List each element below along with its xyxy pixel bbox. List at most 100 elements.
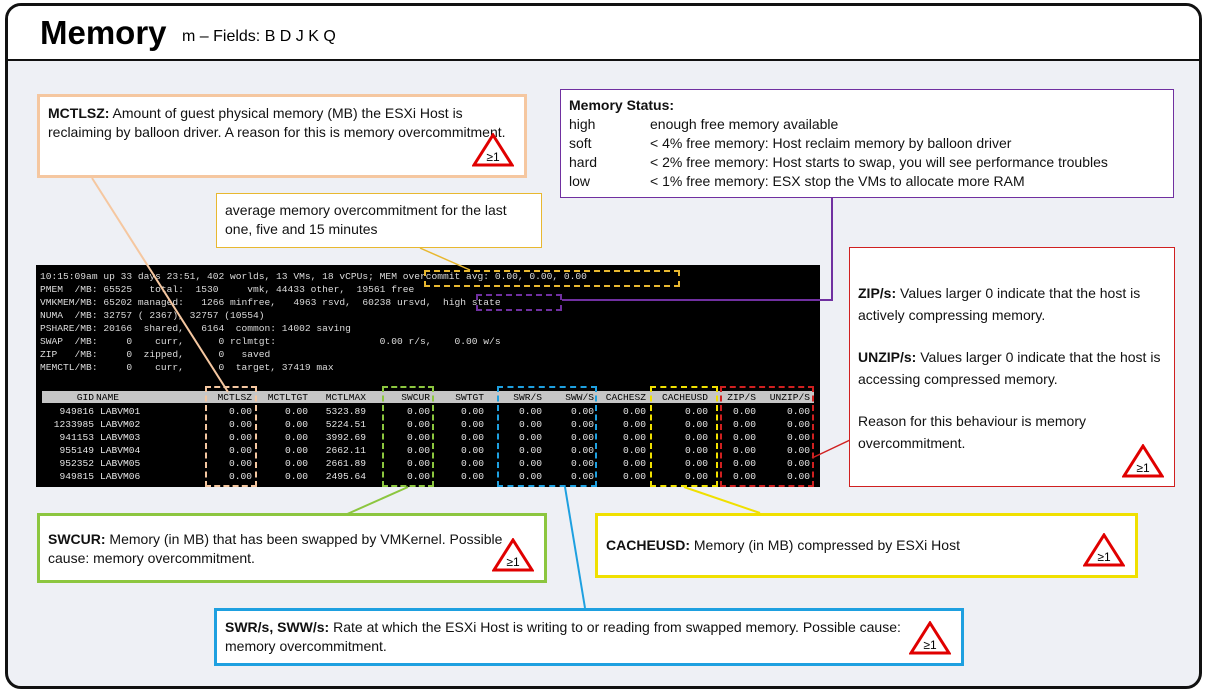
table-cell: 3992.69: [325, 432, 366, 443]
swr-sww-columns-highlight: [497, 386, 597, 487]
table-column-header: NAME: [96, 392, 120, 403]
table-cell: LABVM06: [100, 471, 141, 482]
warning-triangle-icon: ≥1: [909, 621, 951, 655]
zip-description: ZIP/s: Values larger 0 indicate that the…: [858, 282, 1166, 326]
table-cell: LABVM05: [100, 458, 141, 469]
table-cell: 0.00: [284, 432, 308, 443]
terminal-summary-line: VMKMEM/MB: 65202 managed: 1266 minfree, …: [40, 297, 501, 308]
table-cell: LABVM04: [100, 445, 141, 456]
terminal-summary-line: NUMA /MB: 32757 ( 2367), 32757 (10554): [40, 310, 265, 321]
memory-status-callout: Memory Status: high enough free memory av…: [560, 89, 1174, 198]
terminal-summary-line: MEMCTL/MB: 0 curr, 0 target, 37419 max: [40, 362, 334, 373]
warning-label: ≥1: [506, 555, 520, 569]
table-cell: 0.00: [460, 432, 484, 443]
memory-status-list: high enough free memory available soft < 4%…: [569, 115, 1165, 191]
terminal-summary-line: PMEM /MB: 65525 total: 1530 vmk, 44433 o…: [40, 284, 415, 295]
table-cell: 0.00: [460, 471, 484, 482]
table-cell: 0.00: [622, 445, 646, 456]
memory-status-row: soft < 4% free memory: Host reclaim memor…: [569, 134, 1165, 153]
memory-status-state: low: [569, 173, 591, 189]
memory-status-state: hard: [569, 154, 598, 170]
table-cell: 0.00: [622, 419, 646, 430]
table-column-header: MCTLTGT: [267, 392, 308, 403]
table-cell: 0.00: [460, 406, 484, 417]
table-cell: 2495.64: [325, 471, 366, 482]
table-cell: 0.00: [460, 445, 484, 456]
cacheusd-term: CACHEUSD:: [606, 537, 690, 553]
warning-triangle-icon: ≥1: [1122, 444, 1164, 478]
memory-status-title: Memory Status:: [569, 97, 675, 113]
mctlsz-term: MCTLSZ:: [48, 105, 110, 121]
warning-label: ≥1: [1097, 550, 1111, 564]
mctlsz-callout: MCTLSZ: Amount of guest physical memory …: [37, 94, 527, 178]
zip-term: ZIP/s:: [858, 285, 897, 301]
memory-status-state: soft: [569, 135, 592, 151]
swcur-callout: SWCUR: Memory (in MB) that has been swap…: [37, 513, 547, 583]
swcur-term: SWCUR:: [48, 531, 106, 547]
memory-status-state: high: [569, 116, 596, 132]
memory-status-description: < 4% free memory: Host reclaim memory by…: [650, 135, 1012, 151]
avg-overcommit-text: average memory overcommitment for the la…: [225, 202, 507, 237]
table-cell: 0.00: [460, 458, 484, 469]
page-subtitle: m – Fields: B D J K Q: [182, 28, 336, 45]
cacheusd-column-highlight: [650, 386, 718, 487]
table-cell: 1233985: [53, 419, 94, 430]
terminal-summary-line: SWAP /MB: 0 curr, 0 rclmtgt: 0.00 r/s, 0…: [40, 336, 501, 347]
mem-overcommit-highlight: [424, 270, 680, 287]
memory-status-row: high enough free memory available: [569, 115, 1165, 134]
cacheusd-callout: CACHEUSD: Memory (in MB) compressed by E…: [595, 513, 1138, 578]
table-cell: 941153: [59, 432, 94, 443]
table-cell: 0.00: [622, 471, 646, 482]
swcur-column-highlight: [382, 386, 434, 487]
table-cell: 0.00: [284, 406, 308, 417]
memory-status-description: enough free memory available: [650, 116, 839, 132]
unzip-description: UNZIP/s: Values larger 0 indicate that t…: [858, 346, 1166, 390]
swr-term: SWR/s, SWW/s:: [225, 619, 330, 635]
table-cell: LABVM02: [100, 419, 141, 430]
mctlsz-column-highlight: [205, 386, 257, 487]
page-title: Memory: [40, 14, 167, 51]
table-cell: 2661.89: [325, 458, 366, 469]
warning-triangle-icon: ≥1: [492, 538, 534, 572]
high-state-highlight: [476, 294, 562, 311]
swr-sww-callout: SWR/s, SWW/s: Rate at which the ESXi Hos…: [214, 608, 964, 666]
table-cell: 0.00: [460, 419, 484, 430]
cacheusd-text: Memory (in MB) compressed by ESXi Host: [690, 537, 960, 553]
terminal-summary-line: ZIP /MB: 0 zipped, 0 saved: [40, 349, 271, 360]
table-cell: 0.00: [622, 458, 646, 469]
table-cell: 0.00: [284, 458, 308, 469]
table-cell: 949816: [59, 406, 94, 417]
table-cell: 0.00: [622, 406, 646, 417]
table-cell: LABVM03: [100, 432, 141, 443]
table-cell: LABVM01: [100, 406, 141, 417]
memory-status-row: hard < 2% free memory: Host starts to swa…: [569, 153, 1165, 172]
mctlsz-text: Amount of guest physical memory (MB) the…: [48, 105, 506, 140]
zip-text: Values larger 0 indicate that the host i…: [858, 285, 1141, 323]
memory-status-row: low < 1% free memory: ESX stop the VMs to…: [569, 172, 1165, 191]
warning-label: ≥1: [1136, 461, 1150, 475]
table-cell: 952352: [59, 458, 94, 469]
table-cell: 0.00: [284, 471, 308, 482]
table-cell: 949815: [59, 471, 94, 482]
memory-status-description: < 1% free memory: ESX stop the VMs to al…: [650, 173, 1025, 189]
table-cell: 0.00: [284, 445, 308, 456]
terminal-summary-line: PSHARE/MB: 20166 shared, 6164 common: 14…: [40, 323, 351, 334]
warning-triangle-icon: ≥1: [472, 133, 514, 167]
table-cell: 0.00: [622, 432, 646, 443]
memory-status-description: < 2% free memory: Host starts to swap, y…: [650, 154, 1108, 170]
zip-unzip-callout: ZIP/s: Values larger 0 indicate that the…: [849, 247, 1175, 487]
table-column-header: SWTGT: [455, 392, 484, 403]
warning-triangle-icon: ≥1: [1083, 533, 1125, 567]
warning-label: ≥1: [486, 150, 500, 164]
zip-unzip-columns-highlight: [720, 386, 814, 487]
avg-overcommit-callout: average memory overcommitment for the la…: [216, 193, 542, 248]
table-column-header: CACHESZ: [605, 392, 646, 403]
table-cell: 2662.11: [325, 445, 366, 456]
table-cell: 5224.51: [325, 419, 366, 430]
table-cell: 955149: [59, 445, 94, 456]
warning-label: ≥1: [923, 638, 937, 652]
table-cell: 5323.89: [325, 406, 366, 417]
swcur-text: Memory (in MB) that has been swapped by …: [48, 531, 503, 566]
table-column-header: MCTLMAX: [325, 392, 366, 403]
title-bar: Memory m – Fields: B D J K Q: [8, 6, 1199, 61]
